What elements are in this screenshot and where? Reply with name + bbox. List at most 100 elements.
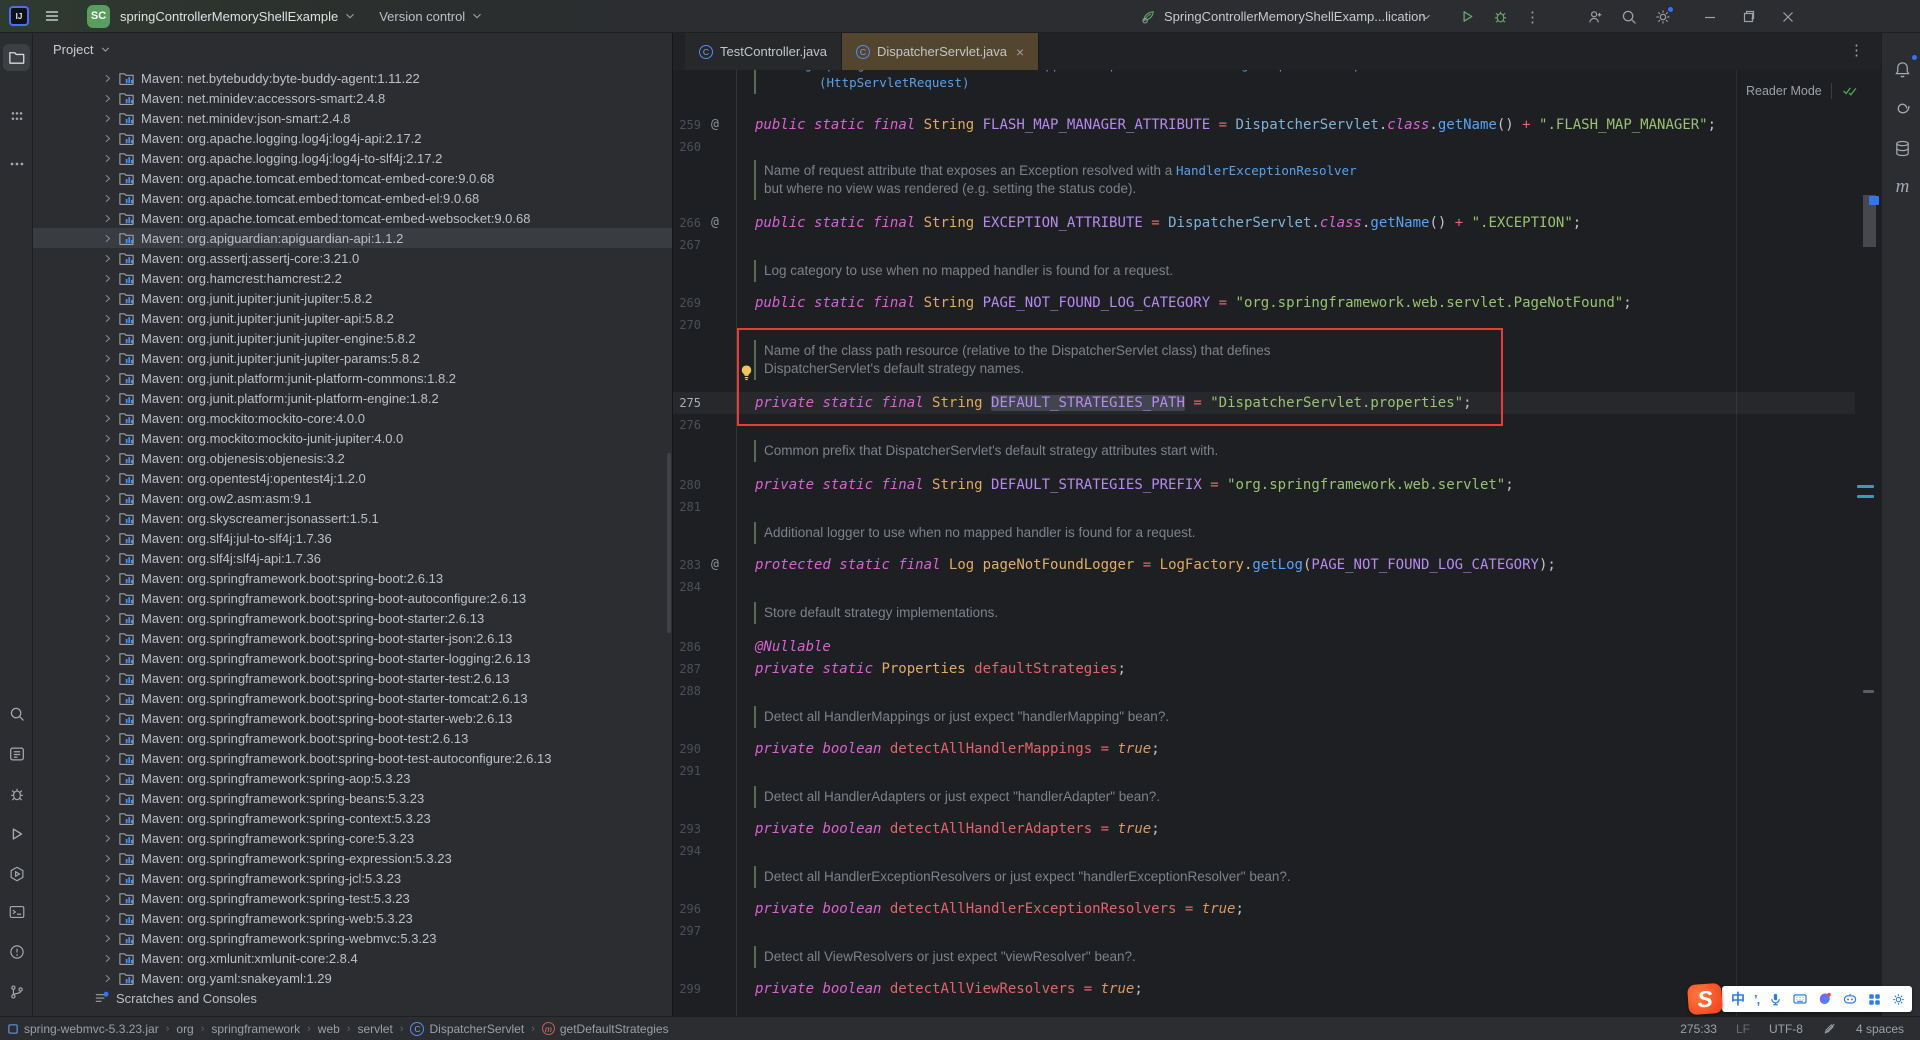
chevron-right-icon[interactable] — [101, 732, 114, 745]
git-branch-icon[interactable] — [3, 978, 30, 1005]
tab-testcontroller[interactable]: C TestController.java — [685, 33, 842, 70]
search-icon[interactable] — [1620, 8, 1638, 26]
chevron-right-icon[interactable] — [101, 212, 114, 225]
chevron-right-icon[interactable] — [101, 72, 114, 85]
tree-item-maven-library[interactable]: Maven: org.hamcrest:hamcrest:2.2 — [33, 268, 672, 288]
tree-item-maven-library[interactable]: Maven: org.springframework.boot:spring-b… — [33, 588, 672, 608]
chevron-right-icon[interactable] — [101, 552, 114, 565]
problems-icon[interactable] — [3, 938, 30, 965]
tree-item-maven-library[interactable]: Maven: org.springframework.boot:spring-b… — [33, 568, 672, 588]
tree-item-maven-library[interactable]: Maven: org.springframework:spring-expres… — [33, 848, 672, 868]
tree-item-maven-library[interactable]: Maven: org.springframework:spring-jcl:5.… — [33, 868, 672, 888]
settings-icon[interactable] — [1654, 5, 1674, 26]
toolbox-icon[interactable] — [1867, 992, 1882, 1007]
chevron-right-icon[interactable] — [101, 512, 114, 525]
chevron-right-icon[interactable] — [101, 812, 114, 825]
tree-item-maven-library[interactable]: Maven: org.yaml:snakeyaml:1.29 — [33, 968, 672, 988]
debug-button[interactable] — [1492, 8, 1509, 25]
tree-item-maven-library[interactable]: Maven: org.mockito:mockito-core:4.0.0 — [33, 408, 672, 428]
code-line[interactable]: 269 public static final String PAGE_NOT_F… — [673, 292, 1881, 314]
code-line-empty[interactable]: 260 — [673, 136, 1881, 158]
chevron-right-icon[interactable] — [101, 712, 114, 725]
inspections-ok-icon[interactable] — [1841, 82, 1858, 99]
project-scrollbar[interactable] — [667, 453, 671, 633]
tree-item-maven-library[interactable]: Maven: org.springframework.boot:spring-b… — [33, 728, 672, 748]
tree-item-maven-library[interactable]: Maven: org.springframework.boot:spring-b… — [33, 688, 672, 708]
chevron-right-icon[interactable] — [101, 412, 114, 425]
tree-item-maven-library[interactable]: Maven: org.junit.jupiter:junit-jupiter-p… — [33, 348, 672, 368]
run-icon[interactable] — [3, 820, 30, 847]
project-icon[interactable]: SC — [87, 4, 110, 28]
code-line-empty[interactable]: 267 — [673, 234, 1881, 256]
more-tools-icon[interactable] — [3, 150, 30, 177]
ai-assistant-icon[interactable] — [1889, 95, 1916, 122]
chevron-right-icon[interactable] — [101, 172, 114, 185]
code-line-empty[interactable]: 284 — [673, 576, 1881, 598]
doc-code-link[interactable]: org.springframework.web.servlet.support.… — [790, 70, 1362, 72]
keyboard-icon[interactable] — [1792, 991, 1808, 1007]
readonly-icon[interactable] — [1822, 1021, 1837, 1036]
run-button[interactable] — [1459, 8, 1476, 25]
editor-options-kebab-icon[interactable]: ⋮ — [1849, 41, 1865, 59]
chevron-right-icon[interactable] — [101, 332, 114, 345]
chevron-right-icon[interactable] — [101, 872, 114, 885]
tree-item-maven-library[interactable]: Maven: org.ow2.asm:asm:9.1 — [33, 488, 672, 508]
chevron-right-icon[interactable] — [101, 792, 114, 805]
breadcrumb-item[interactable]: servlet — [357, 1022, 392, 1036]
tree-item-maven-library[interactable]: Maven: org.junit.platform:junit-platform… — [33, 368, 672, 388]
chevron-right-icon[interactable] — [101, 612, 114, 625]
notifications-icon[interactable] — [1889, 54, 1918, 83]
annotation-gutter-icon[interactable]: @ — [711, 212, 719, 234]
tree-item-maven-library[interactable]: Maven: org.junit.jupiter:junit-jupiter-a… — [33, 308, 672, 328]
chevron-right-icon[interactable] — [101, 152, 114, 165]
chevron-right-icon[interactable] — [101, 372, 114, 385]
code-line[interactable]: 266 @ public static final String EXCEPTION… — [673, 212, 1881, 234]
chevron-right-icon[interactable] — [101, 92, 114, 105]
tree-item-maven-library[interactable]: Maven: org.springframework:spring-webmvc… — [33, 928, 672, 948]
maven-icon[interactable]: m — [1889, 173, 1916, 200]
services-icon[interactable] — [3, 860, 30, 887]
chevron-right-icon[interactable] — [101, 892, 114, 905]
file-encoding[interactable]: UTF-8 — [1769, 1022, 1803, 1036]
maximize-icon[interactable] — [1740, 9, 1756, 25]
tree-item-maven-library[interactable]: Maven: org.slf4j:jul-to-slf4j:1.7.36 — [33, 528, 672, 548]
chevron-right-icon[interactable] — [101, 632, 114, 645]
chevron-right-icon[interactable] — [101, 392, 114, 405]
reader-mode-widget[interactable]: Reader Mode — [1746, 82, 1858, 99]
chevron-right-icon[interactable] — [101, 112, 114, 125]
debug-icon[interactable] — [3, 780, 30, 807]
chevron-right-icon[interactable] — [101, 452, 114, 465]
terminal-icon[interactable] — [3, 898, 30, 925]
code-line[interactable]: 290 private boolean detectAllHandlerMappi… — [673, 738, 1881, 760]
doc-code-link[interactable]: HandlerExceptionResolver — [1176, 163, 1357, 178]
breadcrumb-item[interactable]: C DispatcherServlet — [410, 1021, 524, 1036]
code-line[interactable]: 296 private boolean detectAllHandlerExcep… — [673, 898, 1881, 920]
chevron-right-icon[interactable] — [101, 752, 114, 765]
tree-item-maven-library[interactable]: Maven: org.opentest4j:opentest4j:1.2.0 — [33, 468, 672, 488]
tree-item-scratches[interactable]: Scratches and Consoles — [33, 988, 672, 1008]
lang-icon[interactable]: 中 — [1731, 989, 1745, 1009]
punctuation-icon[interactable]: ’, — [1754, 992, 1760, 1007]
tree-item-maven-library[interactable]: Maven: org.springframework.boot:spring-b… — [33, 668, 672, 688]
tree-item-maven-library[interactable]: Maven: org.apache.tomcat.embed:tomcat-em… — [33, 168, 672, 188]
breadcrumb-item[interactable]: spring-webmvc-5.3.23.jar — [7, 1022, 159, 1036]
tree-item-maven-library[interactable]: Maven: org.springframework.boot:spring-b… — [33, 608, 672, 628]
chevron-right-icon[interactable] — [101, 532, 114, 545]
tree-item-maven-library[interactable]: Maven: org.mockito:mockito-junit-jupiter… — [33, 428, 672, 448]
tree-item-maven-library[interactable]: Maven: org.springframework:spring-core:5… — [33, 828, 672, 848]
structure-icon[interactable] — [3, 103, 30, 130]
chevron-right-icon[interactable] — [101, 272, 114, 285]
code-line[interactable]: 286 @Nullable — [673, 636, 1881, 658]
tree-item-maven-library[interactable]: Maven: org.apache.logging.log4j:log4j-ap… — [33, 128, 672, 148]
code-line-empty[interactable]: 288 — [673, 680, 1881, 702]
code-line-empty[interactable]: 291 — [673, 760, 1881, 782]
tree-item-maven-library[interactable]: Maven: org.springframework.boot:spring-b… — [33, 708, 672, 728]
tree-item-maven-library[interactable]: Maven: org.springframework.boot:spring-b… — [33, 748, 672, 768]
code-line-empty[interactable]: 281 — [673, 496, 1881, 518]
tree-item-maven-library[interactable]: Maven: org.springframework:spring-web:5.… — [33, 908, 672, 928]
annotation-gutter-icon[interactable]: @ — [711, 114, 719, 136]
chevron-right-icon[interactable] — [101, 132, 114, 145]
tree-item-maven-library[interactable]: Maven: org.apache.logging.log4j:log4j-to… — [33, 148, 672, 168]
chevron-right-icon[interactable] — [101, 292, 114, 305]
tree-item-maven-library[interactable]: Maven: org.skyscreamer:jsonassert:1.5.1 — [33, 508, 672, 528]
